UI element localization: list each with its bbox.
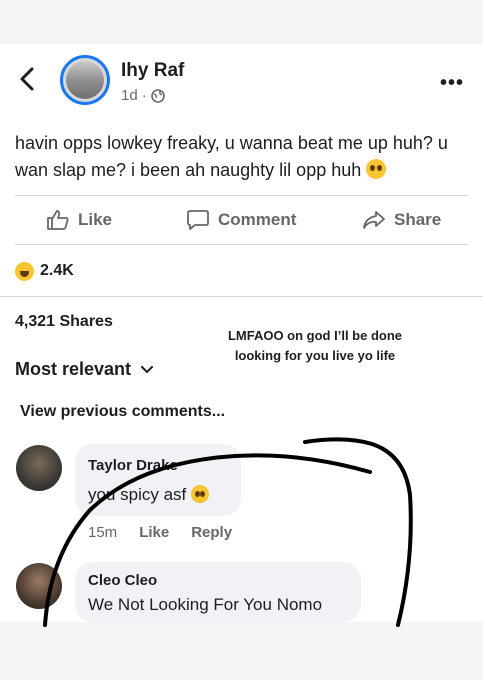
- comment-body: you spicy asf: [88, 485, 187, 504]
- pleading-face-emoji-icon: [366, 159, 387, 179]
- back-arrow-icon[interactable]: [16, 66, 38, 92]
- comment-reply-button[interactable]: Reply: [191, 524, 232, 541]
- comment-time: 15m: [88, 524, 118, 541]
- commenter-avatar[interactable]: [16, 445, 62, 491]
- thumbs-up-icon: [47, 210, 69, 230]
- comment-like-button[interactable]: Like: [139, 524, 169, 541]
- overlay-caption: LMFAOO on god I’ll be done looking for y…: [227, 328, 403, 363]
- share-button[interactable]: Share: [362, 209, 441, 231]
- post-author-name[interactable]: Ihy Raf: [121, 60, 184, 82]
- shares-count[interactable]: 4,321 Shares: [15, 313, 113, 331]
- commenter-name[interactable]: Taylor Drake: [88, 457, 178, 474]
- comment-text: We Not Looking For You Nomo: [88, 595, 323, 614]
- chevron-down-icon: [141, 365, 154, 373]
- sort-dropdown[interactable]: Most relevant: [15, 359, 154, 380]
- haha-reaction-icon[interactable]: [15, 262, 34, 281]
- post-text: havin opps lowkey freaky, u wanna beat m…: [15, 130, 470, 184]
- view-previous-comments-link[interactable]: View previous comments...: [20, 403, 225, 421]
- globe-icon: [150, 88, 165, 103]
- comment-bubble-icon: [187, 210, 209, 230]
- share-label: Share: [394, 210, 442, 229]
- like-button[interactable]: Like: [46, 209, 112, 231]
- top-status-band: [0, 0, 483, 44]
- share-arrow-icon: [363, 211, 385, 229]
- comment-button[interactable]: Comment: [186, 209, 296, 231]
- bottom-band: [0, 622, 483, 680]
- divider: [15, 195, 468, 196]
- comment-bubble: [75, 444, 241, 516]
- more-options-icon[interactable]: •••: [440, 72, 464, 95]
- comment-label: Comment: [218, 210, 297, 229]
- like-label: Like: [78, 210, 113, 229]
- commenter-avatar[interactable]: [16, 563, 62, 609]
- reaction-count[interactable]: 2.4K: [40, 262, 74, 280]
- post-time[interactable]: 1d: [121, 87, 138, 104]
- comment-text: you spicy asf: [88, 485, 209, 505]
- post-meta: 1d ·: [121, 87, 165, 104]
- meta-separator: ·: [141, 87, 147, 104]
- divider: [15, 244, 468, 245]
- section-divider: [0, 296, 483, 297]
- author-avatar[interactable]: [60, 55, 110, 105]
- comment-meta: 15m Like Reply: [88, 524, 232, 541]
- commenter-name[interactable]: Cleo Cleo: [88, 572, 157, 589]
- crying-face-emoji-icon: [191, 485, 209, 503]
- sort-label: Most relevant: [15, 359, 132, 379]
